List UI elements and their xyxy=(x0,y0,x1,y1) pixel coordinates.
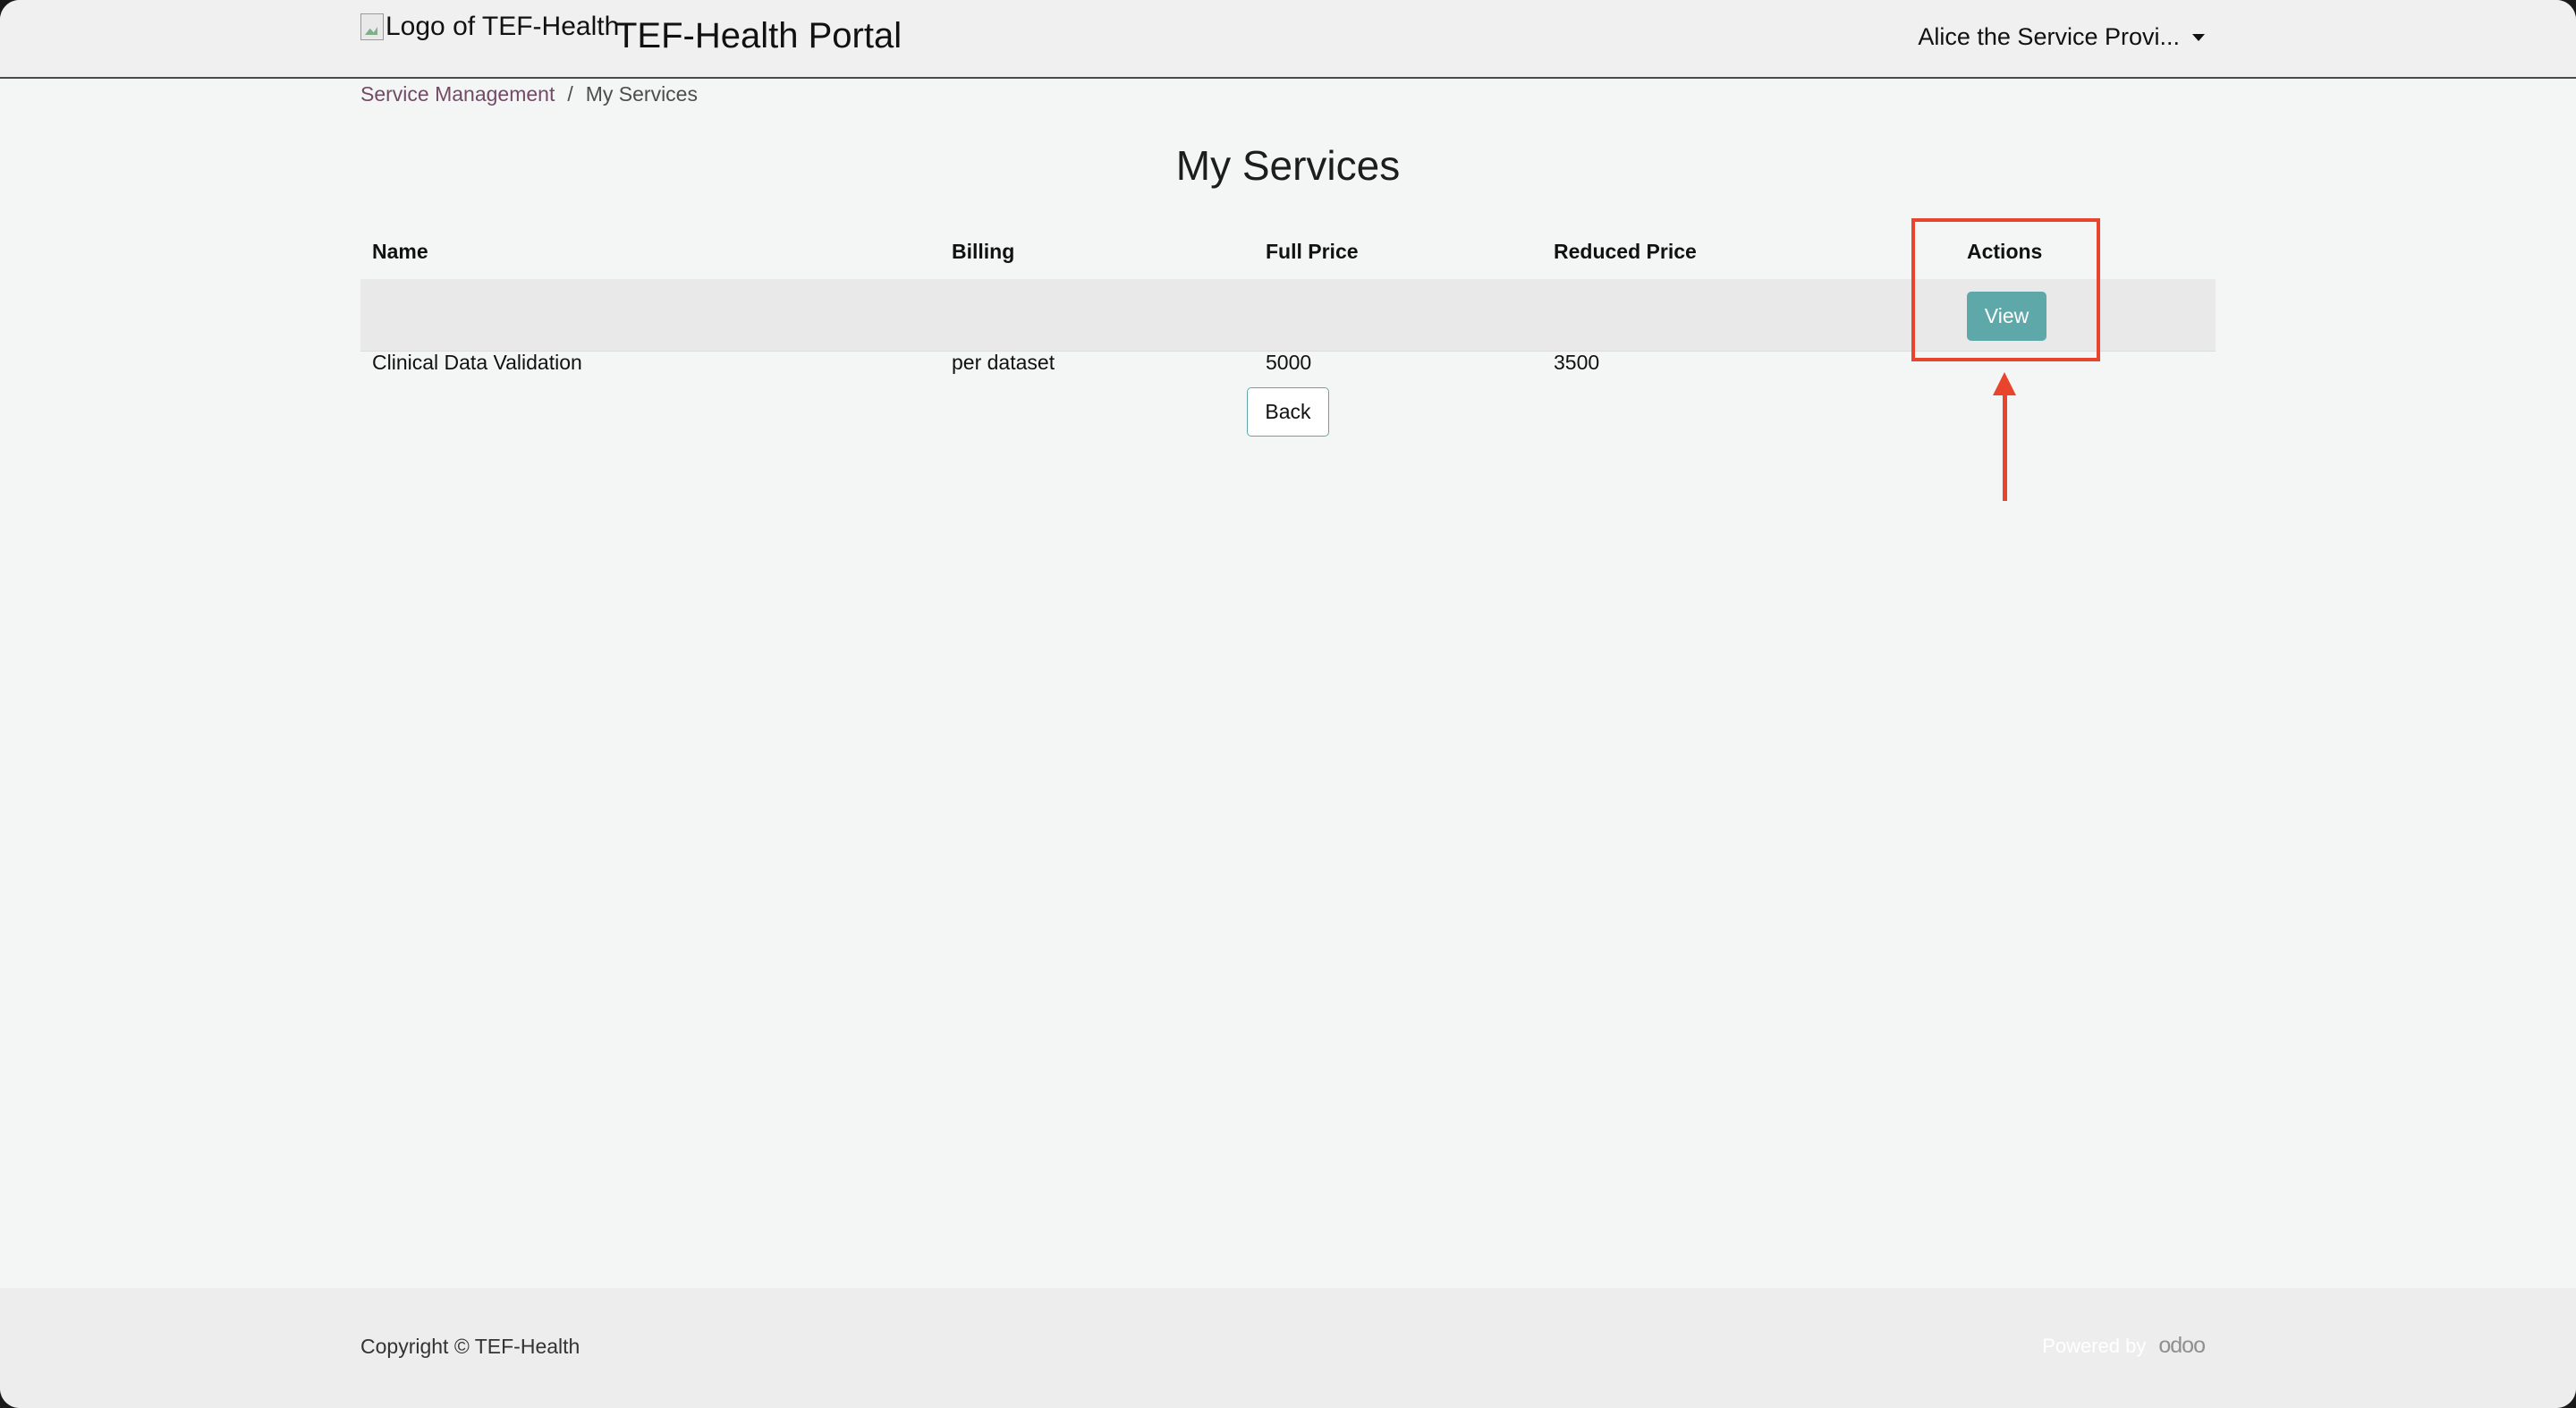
billing-cell: per dataset xyxy=(952,351,1055,374)
powered-by[interactable]: Powered by odoo xyxy=(2042,1333,2206,1359)
full-price-cell: 5000 xyxy=(1266,351,1312,374)
reduced-price-cell: 3500 xyxy=(1554,351,1600,374)
service-name-cell: Clinical Data Validation xyxy=(372,351,582,374)
browser-viewport: Logo of TEF-Health TEF-Health Portal Ali… xyxy=(0,0,2576,1408)
broken-image-icon xyxy=(360,13,384,40)
user-menu-label: Alice the Service Provi... xyxy=(1918,23,2180,50)
odoo-logo: odoo xyxy=(2158,1333,2206,1358)
column-header-full-price: Full Price xyxy=(1266,240,1359,263)
site-logo[interactable]: Logo of TEF-Health xyxy=(360,12,619,51)
user-menu-dropdown[interactable]: Alice the Service Provi... xyxy=(1918,23,2205,51)
footer: Copyright © TEF-Health Powered by odoo xyxy=(0,1288,2576,1408)
column-header-billing: Billing xyxy=(952,240,1015,263)
annotation-highlight-box xyxy=(1911,218,2100,361)
breadcrumb-service-management[interactable]: Service Management xyxy=(360,82,555,106)
annotation-arrow-line xyxy=(2003,392,2007,501)
breadcrumb: Service Management / My Services xyxy=(360,82,698,106)
caret-down-icon xyxy=(2192,33,2205,41)
page-title: My Services xyxy=(1175,142,1401,189)
top-navbar: Logo of TEF-Health TEF-Health Portal Ali… xyxy=(0,0,2576,79)
breadcrumb-separator: / xyxy=(567,82,573,106)
portal-title[interactable]: TEF-Health Portal xyxy=(615,16,902,56)
back-button[interactable]: Back xyxy=(1247,387,1329,437)
column-header-reduced-price: Reduced Price xyxy=(1554,240,1697,263)
column-header-name: Name xyxy=(372,240,428,263)
breadcrumb-current: My Services xyxy=(585,82,698,106)
logo-alt-text: Logo of TEF-Health xyxy=(386,12,620,41)
copyright-text: Copyright © TEF-Health xyxy=(360,1335,580,1358)
powered-by-text: Powered by xyxy=(2042,1334,2147,1357)
